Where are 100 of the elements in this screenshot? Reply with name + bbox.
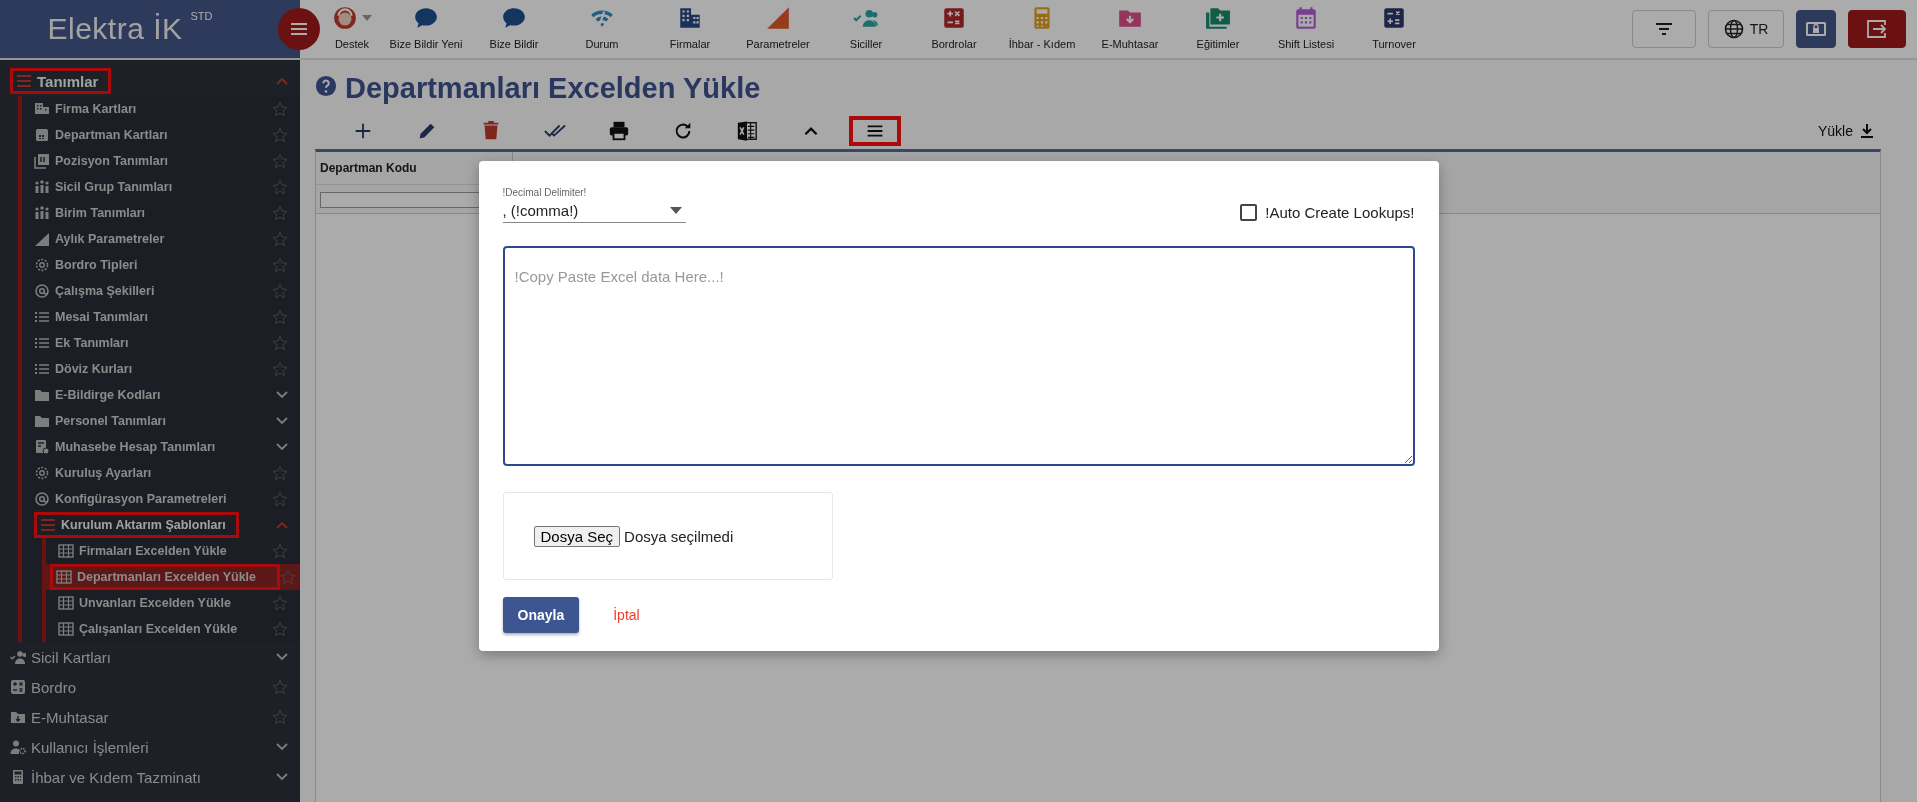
- globe-icon: [1723, 19, 1744, 39]
- sidebar-item[interactable]: Sicil Kartları: [0, 642, 300, 672]
- sidebar-item[interactable]: Çalışma Şekilleri: [22, 278, 300, 304]
- logout-button[interactable]: [1848, 10, 1906, 48]
- sidebar-item[interactable]: Unvanları Excelden Yükle: [46, 590, 300, 616]
- sidebar-item[interactable]: Tanımlar: [0, 66, 300, 96]
- nav-item[interactable]: Firmalar: [646, 0, 734, 58]
- nav-item[interactable]: Bordrolar: [910, 0, 998, 58]
- nav-item[interactable]: Shift Listesi: [1262, 0, 1350, 58]
- sidebar-item[interactable]: Bordro: [0, 672, 300, 702]
- sidebar-item[interactable]: Birim Tanımları: [22, 200, 300, 226]
- layers-icon: [34, 153, 50, 169]
- logout-icon: [1866, 19, 1888, 39]
- caret-down-icon: [669, 207, 682, 214]
- sidebar-label: Birim Tanımları: [55, 206, 146, 220]
- field-label: !Decimal Delimiter!: [502, 187, 588, 198]
- sidebar-item[interactable]: Sicil Grup Tanımları: [22, 174, 300, 200]
- nav-item[interactable]: Siciller: [822, 0, 910, 58]
- choose-file-button[interactable]: Dosya Seç: [533, 525, 621, 547]
- nav-item[interactable]: Parametreler: [734, 0, 822, 58]
- nav-item[interactable]: Destek: [322, 0, 382, 58]
- checkbox-label: !Auto Create Lookups!: [1265, 204, 1415, 221]
- folder-icon: [34, 387, 50, 403]
- table-icon: [58, 543, 74, 559]
- sidebar-item[interactable]: İhbar ve Kıdem Tazminatı: [0, 762, 300, 792]
- calculator-icon: [10, 679, 26, 695]
- sidebar-item[interactable]: E-Bildirge Kodları: [22, 382, 300, 408]
- nav-item[interactable]: Eğitimler: [1174, 0, 1262, 58]
- sidebar-label: Bordro: [31, 678, 77, 696]
- sidebar-label: Departman Kartları: [55, 128, 168, 142]
- spreadsheet-icon: [736, 120, 758, 142]
- sidebar-label: Kullanıcı İşlemleri: [31, 738, 149, 756]
- sidebar-item[interactable]: Mesai Tanımları: [22, 304, 300, 330]
- at-sign-icon: [34, 283, 50, 299]
- sidebar-item[interactable]: Döviz Kurları: [22, 356, 300, 382]
- app-logo: Elektra İK: [47, 12, 183, 46]
- sidebar-label: İhbar ve Kıdem Tazminatı: [31, 768, 201, 786]
- sidebar-label: Döviz Kurları: [55, 362, 133, 376]
- user-gear-icon: [10, 739, 26, 755]
- nav-item[interactable]: Durum: [558, 0, 646, 58]
- upload-button[interactable]: Yükle: [1811, 122, 1881, 140]
- sidebar-item[interactable]: Kurulum Aktarım Şablonları: [22, 512, 300, 538]
- sidebar-item[interactable]: Pozisyon Tanımları: [22, 148, 300, 174]
- sidebar-item[interactable]: E-Muhtasar: [0, 702, 300, 732]
- sidebar-item[interactable]: Ek Tanımları: [22, 330, 300, 356]
- sidebar-item[interactable]: Muhasebe Hesap Tanımları: [22, 434, 300, 460]
- menu-button[interactable]: [278, 8, 320, 50]
- sidebar-item[interactable]: Konfigürasyon Parametreleri: [22, 486, 300, 512]
- nav-item[interactable]: Turnover: [1350, 0, 1438, 58]
- folder-plus-icon: [1205, 5, 1231, 31]
- sidebar-label: Bordro Tipleri: [55, 258, 138, 272]
- sidebar-label: Mesai Tanımları: [55, 310, 148, 324]
- lock-screen-button[interactable]: [1796, 10, 1836, 48]
- language-button[interactable]: TR: [1708, 10, 1784, 48]
- headset-icon: [332, 5, 358, 31]
- sidebar-label: Konfigürasyon Parametreleri: [55, 492, 227, 506]
- caret-up-icon: [804, 126, 818, 136]
- building-icon: [34, 101, 50, 117]
- delimiter-select[interactable]: !Decimal Delimiter! , (!comma!): [502, 187, 686, 223]
- sidebar-item[interactable]: Çalışanları Excelden Yükle: [46, 616, 300, 642]
- sidebar-label: Aylık Parametreler: [55, 232, 165, 246]
- nav-item[interactable]: E-Muhtasar: [1086, 0, 1174, 58]
- file-status: Dosya seçilmedi: [624, 527, 734, 545]
- checkbox[interactable]: [1240, 204, 1258, 221]
- menu-icon: [40, 517, 56, 533]
- list-icon: [34, 309, 50, 325]
- sidebar-label: Kuruluş Ayarları: [55, 466, 152, 480]
- nav-item[interactable]: İhbar - Kıdem: [998, 0, 1086, 58]
- filter-button[interactable]: [1632, 10, 1696, 48]
- gear-icon: [34, 465, 50, 481]
- sidebar-item[interactable]: Aylık Parametreler: [22, 226, 300, 252]
- sidebar-item[interactable]: Kullanıcı İşlemleri: [0, 732, 300, 762]
- sidebar-label: Sicil Kartları: [31, 648, 112, 666]
- triangle-icon: [765, 5, 791, 31]
- menu-icon: [290, 22, 308, 36]
- confirm-button[interactable]: Onayla: [502, 597, 580, 633]
- calculator-icon: [10, 769, 26, 785]
- paste-area[interactable]: !Copy Paste Excel data Here...!: [502, 246, 1415, 466]
- sidebar-item[interactable]: Bordro Tipleri: [22, 252, 300, 278]
- nav-item[interactable]: Bize Bildir: [470, 0, 558, 58]
- page-title: Departmanları Excelden Yükle: [345, 71, 761, 105]
- sidebar-item[interactable]: Departmanları Excelden Yükle: [46, 564, 300, 590]
- sidebar-item[interactable]: Firma Kartları: [22, 96, 300, 122]
- calculator-icon: [941, 5, 967, 31]
- download-icon: [1859, 123, 1875, 139]
- calculator-icon: [1381, 5, 1407, 31]
- building-icon: [677, 5, 703, 31]
- cancel-button[interactable]: İptal: [607, 606, 646, 624]
- table-icon: [56, 569, 72, 585]
- sidebar-item[interactable]: Departman Kartları: [22, 122, 300, 148]
- sidebar-item[interactable]: Firmaları Excelden Yükle: [46, 538, 300, 564]
- nav-item[interactable]: Bize Bildir Yeni: [382, 0, 470, 58]
- edition-label: STD: [190, 10, 213, 22]
- table-icon: [58, 595, 74, 611]
- sidebar-label: Kurulum Aktarım Şablonları: [61, 518, 226, 532]
- folder-icon: [10, 709, 26, 725]
- toolbar-button[interactable]: [849, 116, 901, 146]
- sidebar-item[interactable]: Personel Tanımları: [22, 408, 300, 434]
- help-icon: [315, 75, 337, 97]
- sidebar-item[interactable]: Kuruluş Ayarları: [22, 460, 300, 486]
